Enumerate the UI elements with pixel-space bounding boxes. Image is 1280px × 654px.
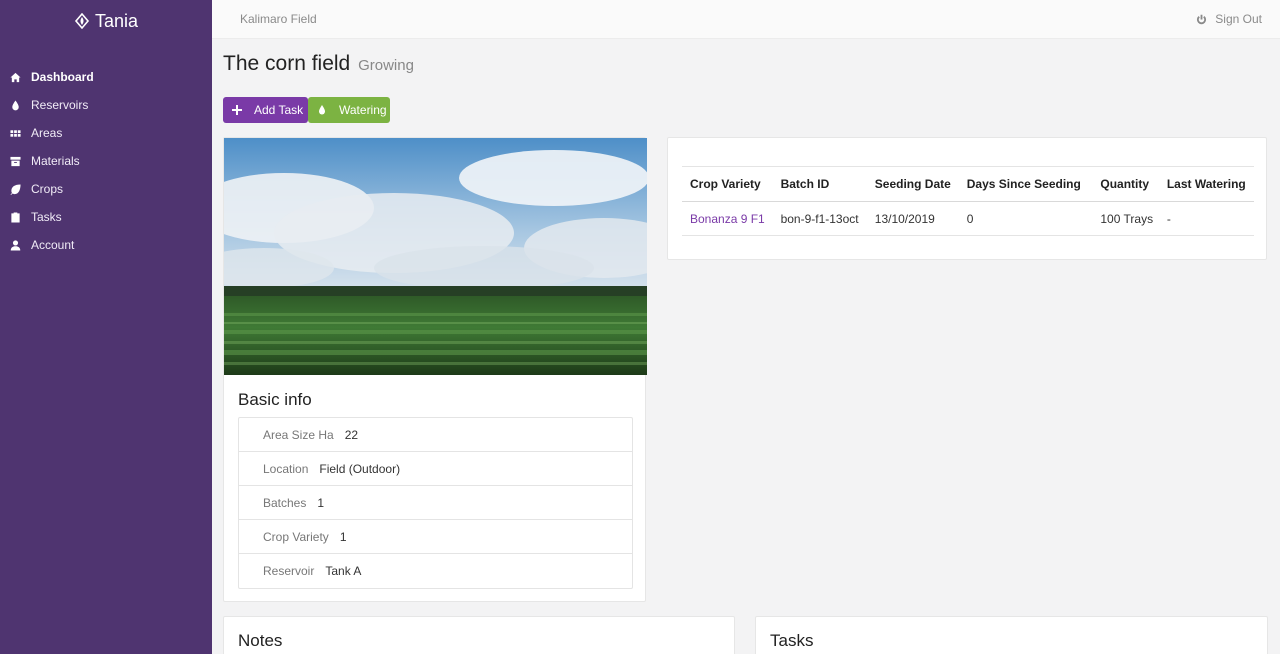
- status-label: Growing: [358, 57, 414, 74]
- sidebar-item-label: Materials: [31, 154, 80, 168]
- add-task-button[interactable]: Add Task: [223, 97, 308, 123]
- sidebar-item-materials[interactable]: Materials: [0, 147, 212, 175]
- info-value: 22: [344, 427, 359, 442]
- tania-logo-icon: [74, 13, 90, 29]
- basic-info-list: Area Size Ha 22 Location Field (Outdoor)…: [238, 417, 633, 589]
- column-header: Last Watering: [1158, 166, 1254, 202]
- table-cell: 0: [958, 201, 1093, 236]
- table-cell: Bonanza 9 F1: [682, 201, 773, 236]
- area-name: The corn field: [223, 52, 351, 75]
- sidebar-item-areas[interactable]: Areas: [0, 119, 212, 147]
- archive-icon: [10, 156, 21, 167]
- info-label: Batches: [263, 495, 307, 510]
- notes-title: Notes: [238, 631, 283, 650]
- sidebar-item-label: Areas: [31, 126, 63, 140]
- info-value: Field (Outdoor): [319, 461, 401, 476]
- sidebar-item-label: Tasks: [31, 210, 62, 224]
- home-icon: [10, 72, 21, 83]
- area-info-card: Basic info Area Size Ha 22 Location Fiel…: [223, 137, 647, 602]
- column-header: Seeding Date: [866, 166, 959, 202]
- sidebar-item-reservoirs[interactable]: Reservoirs: [0, 91, 212, 119]
- watering-label: Watering: [339, 103, 387, 117]
- column-header: Days Since Seeding: [958, 166, 1093, 202]
- info-row-batches: Batches 1: [239, 486, 632, 520]
- app-logo[interactable]: Tania: [0, 0, 212, 42]
- grid-icon: [10, 128, 21, 139]
- table-cell: bon-9-f1-13oct: [772, 201, 867, 236]
- table-cell: 13/10/2019: [866, 201, 959, 236]
- sidebar-item-label: Dashboard: [31, 70, 94, 84]
- info-row-reservoir: Reservoir Tank A: [239, 554, 632, 588]
- leaf-icon: [10, 183, 21, 195]
- info-label: Area Size Ha: [263, 427, 334, 442]
- sidebar-item-dashboard[interactable]: Dashboard: [0, 63, 212, 91]
- page-title: The corn field Growing: [223, 52, 414, 76]
- basic-info-title: Basic info: [238, 390, 312, 409]
- table-header-row: Crop Variety Batch ID Seeding Date Days …: [682, 166, 1254, 202]
- column-header: Batch ID: [772, 166, 867, 202]
- drop-icon: [10, 99, 21, 111]
- crop-variety-link[interactable]: Bonanza 9 F1: [690, 212, 765, 226]
- breadcrumb[interactable]: Kalimaro Field: [240, 12, 317, 26]
- power-icon: [1197, 14, 1207, 24]
- plus-icon: [232, 105, 242, 115]
- watering-button[interactable]: Watering: [308, 97, 390, 123]
- info-label: Location: [263, 461, 309, 476]
- info-label: Reservoir: [263, 564, 315, 578]
- info-label: Crop Variety: [263, 529, 329, 544]
- column-header: Crop Variety: [682, 166, 773, 202]
- table-cell: -: [1158, 201, 1254, 236]
- tasks-card: Tasks: [755, 616, 1268, 654]
- sidebar-item-account[interactable]: Account: [0, 231, 212, 259]
- crops-table: Crop Variety Batch ID Seeding Date Days …: [682, 166, 1254, 236]
- add-task-label: Add Task: [254, 103, 304, 117]
- table-row: Bonanza 9 F1 bon-9-f1-13oct 13/10/2019 0…: [682, 201, 1254, 236]
- app-name: Tania: [94, 10, 139, 31]
- clipboard-icon: [10, 211, 21, 223]
- drop-icon: [317, 105, 327, 115]
- top-bar: Kalimaro Field Sign Out: [212, 0, 1280, 39]
- column-header: Quantity: [1092, 166, 1159, 202]
- sign-out-label: Sign Out: [1215, 12, 1262, 26]
- tasks-title: Tasks: [770, 631, 814, 650]
- info-value: 1: [339, 529, 347, 544]
- user-icon: [10, 239, 21, 251]
- sign-out-button[interactable]: Sign Out: [1196, 12, 1262, 26]
- sidebar-item-crops[interactable]: Crops: [0, 175, 212, 203]
- sidebar-item-label: Crops: [31, 182, 64, 196]
- sidebar-item-label: Account: [31, 238, 75, 252]
- sidebar: Tania Dashboard Reservoirs Areas Materia…: [0, 0, 212, 654]
- info-row-area-size: Area Size Ha 22: [239, 418, 632, 452]
- crops-card: Crop Variety Batch ID Seeding Date Days …: [667, 137, 1267, 260]
- info-row-crop-variety: Crop Variety 1: [239, 520, 632, 554]
- info-row-location: Location Field (Outdoor): [239, 452, 632, 486]
- info-value: 1: [317, 495, 325, 510]
- notes-card: Notes: [223, 616, 735, 654]
- sidebar-item-label: Reservoirs: [31, 98, 89, 112]
- info-value: Tank A: [325, 564, 362, 578]
- table-cell: 100 Trays: [1092, 201, 1159, 236]
- area-photo: [224, 138, 647, 375]
- sidebar-item-tasks[interactable]: Tasks: [0, 203, 212, 231]
